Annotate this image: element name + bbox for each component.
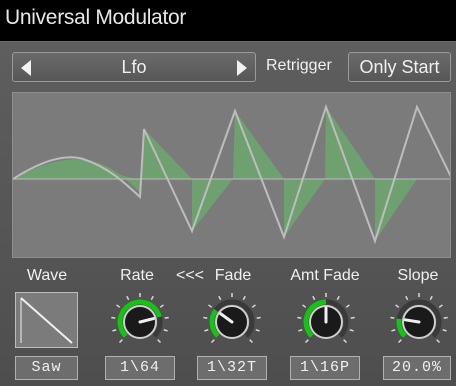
- knob-tick: [390, 316, 395, 319]
- amt-fade-knob[interactable]: [296, 290, 356, 350]
- knob-tick: [436, 339, 441, 344]
- amt-fade-label: Amt Fade: [290, 267, 360, 284]
- fade-value[interactable]: 1\32T: [197, 356, 267, 380]
- knob-tick: [203, 316, 208, 319]
- slope-knob[interactable]: [389, 290, 449, 350]
- fade-label: Fade: [214, 267, 252, 284]
- knob-tick: [343, 339, 348, 344]
- waveform-graph: [13, 103, 450, 245]
- next-mode-icon[interactable]: [237, 60, 247, 76]
- rate-value[interactable]: 1\64: [105, 356, 175, 380]
- knob-tick: [297, 316, 302, 319]
- knob-tick: [116, 304, 121, 308]
- retrigger-button[interactable]: Only Start: [348, 52, 451, 82]
- mode-selector[interactable]: Lfo: [12, 52, 256, 82]
- fade-knob[interactable]: [202, 290, 262, 350]
- retrigger-label: Retrigger: [266, 57, 332, 74]
- knob-tick: [405, 295, 409, 301]
- window-title: Universal Modulator: [5, 6, 187, 29]
- knob-tick: [242, 295, 246, 301]
- knob-tick: [312, 295, 316, 301]
- wave-label: Wave: [26, 267, 68, 284]
- link-arrows-label[interactable]: <<<: [170, 267, 210, 285]
- wave-shape-button[interactable]: [15, 292, 78, 348]
- knob-tick: [255, 329, 260, 332]
- wave-value[interactable]: Saw: [15, 356, 78, 380]
- knob-tick: [210, 339, 215, 344]
- mode-value: Lfo: [121, 57, 147, 77]
- waveform-fill-2: [13, 159, 140, 193]
- knob-tick: [111, 316, 116, 319]
- waveform-display: [12, 92, 451, 258]
- knob-tick: [249, 339, 254, 344]
- knob-tick: [391, 329, 396, 332]
- knob-tick: [157, 339, 162, 344]
- knob-tick: [256, 316, 261, 319]
- knob-tick: [112, 329, 117, 332]
- saw-wave-icon: [20, 297, 73, 344]
- amt-fade-value[interactable]: 1\16P: [290, 356, 360, 380]
- knob-tick: [442, 329, 447, 332]
- knob-tick: [159, 304, 164, 308]
- knob-tick: [304, 339, 309, 344]
- knob-tick: [163, 329, 168, 332]
- knob-tick: [204, 329, 209, 332]
- knob-tick: [164, 316, 169, 319]
- rate-knob[interactable]: [110, 290, 170, 350]
- rate-label: Rate: [120, 267, 154, 284]
- knob-tick: [251, 304, 256, 308]
- knob-tick: [395, 304, 400, 308]
- knob-tick: [429, 295, 433, 301]
- title-bar: Universal Modulator: [0, 0, 456, 38]
- knob-tick: [336, 295, 340, 301]
- knob-tick: [118, 339, 123, 344]
- knob-tick: [208, 304, 213, 308]
- knob-tick: [302, 304, 307, 308]
- knob-tick: [397, 339, 402, 344]
- slope-label: Slope: [397, 267, 439, 284]
- slope-value[interactable]: 20.0%: [383, 356, 451, 380]
- knob-tick: [350, 316, 355, 319]
- knob-tick: [345, 304, 350, 308]
- knob-tick: [349, 329, 354, 332]
- knob-tick: [218, 295, 222, 301]
- knob-tick: [298, 329, 303, 332]
- knob-tick: [443, 316, 448, 319]
- knob-tick: [438, 304, 443, 308]
- knob-tick: [150, 295, 154, 301]
- knob-tick: [126, 295, 130, 301]
